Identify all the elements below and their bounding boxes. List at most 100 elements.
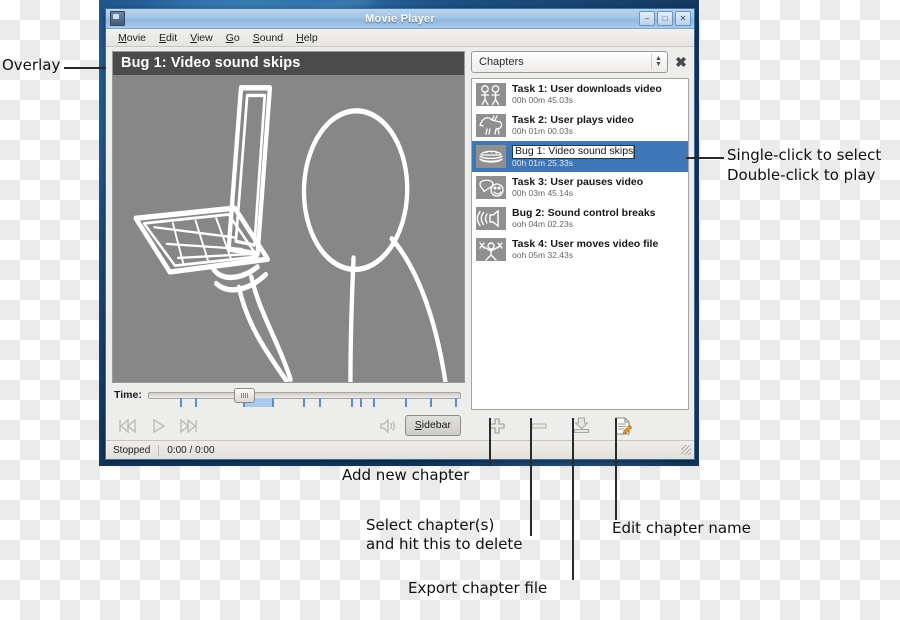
minimize-button[interactable]: – (639, 11, 655, 26)
annotation-overlay: Overlay (2, 56, 61, 74)
chapters-dropdown[interactable]: Chapters ▲ ▼ (471, 51, 668, 73)
play-button[interactable] (147, 416, 169, 436)
leader-delete (530, 418, 532, 536)
chapter-tick (195, 398, 198, 407)
download-tray-icon (573, 417, 589, 434)
video-overlay-title: Bug 1: Video sound skips (113, 52, 464, 75)
time-label: Time: (114, 389, 142, 401)
chapter-text: Task 1: User downloads video 00h 00m 45.0… (512, 84, 684, 105)
window-title: Movie Player (365, 12, 435, 25)
movie-player-window: Movie Player – □ ✕ Movie Edit View Go Sound H… (105, 8, 695, 460)
slider-thumb[interactable] (233, 388, 255, 403)
video-area[interactable]: Bug 1: Video sound skips (112, 51, 465, 383)
sidebar-toggle-button[interactable]: Sidebar (404, 415, 461, 436)
minus-icon (531, 422, 547, 429)
window-controls: – □ ✕ (639, 11, 694, 26)
chapter-tick (404, 398, 407, 407)
maximize-button[interactable]: □ (657, 11, 673, 26)
chapter-tick (373, 398, 376, 407)
chapter-text: Bug 2: Sound control breaks ooh 04m 02.23… (512, 208, 684, 229)
person-holding-laptop-sketch (113, 75, 464, 382)
chapter-tick (350, 398, 353, 407)
time-slider[interactable] (147, 388, 465, 408)
chapter-title: Task 4: User moves video file (512, 239, 659, 251)
chapters-dropdown-value: Chapters (479, 56, 524, 68)
annotation-export: Export chapter file (408, 579, 548, 597)
playback-controls: Sidebar (116, 411, 465, 440)
video-pane: Bug 1: Video sound skips Time: Sidebar (106, 47, 468, 440)
leader-edit-name (615, 418, 617, 520)
previous-chapter-button[interactable] (116, 416, 138, 436)
annotation-add-chapter: Add new chapter (342, 466, 470, 484)
delete-chapter-button[interactable] (518, 414, 560, 438)
export-chapter-button[interactable] (560, 414, 602, 438)
chapter-text: Task 3: User pauses video 00h 03m 45.14s (512, 177, 684, 198)
status-time: 0:00 / 0:00 (167, 444, 215, 456)
speaker-sound-sketch (476, 207, 506, 230)
time-slider-row: Time: (114, 388, 465, 410)
chapter-tick (319, 398, 322, 407)
chapter-title-edit-input[interactable]: Bug 1: Video sound skips (512, 145, 684, 159)
chapter-row[interactable]: Bug 1: Video sound skips 00h 01m 25.33s (472, 141, 688, 172)
title-bar[interactable]: Movie Player – □ ✕ (106, 9, 694, 29)
chapter-time: ooh 05m 32.43s (512, 249, 573, 260)
chapter-time: 00h 00m 45.03s (512, 94, 573, 105)
chevron-updown-icon[interactable]: ▲ ▼ (651, 54, 665, 70)
chapter-tick (455, 398, 458, 407)
annotation-click-hint-1: Single-click to select (727, 146, 882, 164)
annotation-delete-1: Select chapter(s) (366, 516, 495, 534)
chapter-text: Bug 1: Video sound skips 00h 01m 25.33s (512, 145, 684, 168)
chapter-toolbar (471, 411, 689, 440)
leader-export (572, 418, 574, 580)
chapter-tick (179, 398, 182, 407)
chapter-row[interactable]: Task 3: User pauses video 00h 03m 45.14s (472, 172, 688, 203)
resize-grip[interactable] (681, 445, 691, 455)
menu-edit[interactable]: Edit (153, 30, 183, 46)
status-bar: Stopped 0:00 / 0:00 (106, 440, 694, 459)
chapter-time: ooh 04m 02.23s (512, 218, 573, 229)
annotation-edit-name: Edit chapter name (612, 519, 751, 537)
close-sidebar-icon[interactable]: ✖ (673, 54, 689, 70)
stick-figure-arms-sketch (476, 238, 506, 261)
chapter-title: Task 1: User downloads video (512, 84, 662, 96)
volume-icon[interactable] (378, 417, 396, 435)
chapter-tick (360, 398, 363, 407)
horse-sketch (476, 114, 506, 137)
status-state: Stopped (113, 444, 151, 456)
annotation-click-hint-2: Double-click to play (727, 166, 876, 184)
menu-help[interactable]: Help (290, 30, 324, 46)
movie-player-icon (110, 11, 125, 26)
edit-chapter-name-button[interactable] (602, 414, 644, 438)
add-chapter-button[interactable] (476, 414, 518, 438)
leader-click-hint (686, 157, 724, 159)
speech-bubble-smiley-sketch (476, 176, 506, 199)
chapter-list[interactable]: Task 1: User downloads video 00h 00m 45.0… (471, 78, 689, 410)
window-body: Bug 1: Video sound skips Time: Sidebar C… (106, 47, 694, 440)
hamburger-sketch (476, 145, 506, 168)
chapter-row[interactable]: Bug 2: Sound control breaks ooh 04m 02.23… (472, 203, 688, 234)
chapter-time: 00h 01m 00.03s (512, 125, 573, 136)
plus-icon (489, 417, 505, 434)
close-button[interactable]: ✕ (675, 11, 691, 26)
chapter-row[interactable]: Task 4: User moves video file ooh 05m 32.… (472, 234, 688, 265)
chapters-pane: Chapters ▲ ▼ ✖ Task 1: User downloads vid… (471, 51, 689, 440)
chapter-title-edit-value[interactable]: Bug 1: Video sound skips (512, 145, 636, 159)
chapter-tick (303, 398, 306, 407)
status-separator (158, 444, 160, 456)
chapter-time: 00h 01m 25.33s (512, 157, 573, 168)
leader-overlay (64, 67, 106, 69)
chapter-row[interactable]: Task 1: User downloads video 00h 00m 45.0… (472, 79, 688, 110)
chapter-title: Task 3: User pauses video (512, 177, 644, 189)
menu-movie[interactable]: Movie (112, 30, 152, 46)
annotation-delete-2: and hit this to delete (366, 535, 523, 553)
chapter-title: Task 2: User plays video (512, 115, 634, 127)
next-chapter-button[interactable] (178, 416, 200, 436)
chapter-row[interactable]: Task 2: User plays video 00h 01m 00.03s (472, 110, 688, 141)
chapter-tick (271, 398, 274, 407)
chapter-title: Bug 2: Sound control breaks (512, 208, 656, 220)
leader-add-chapter (489, 418, 491, 466)
menu-go[interactable]: Go (220, 30, 246, 46)
chapter-text: Task 4: User moves video file ooh 05m 32.… (512, 239, 684, 260)
menu-view[interactable]: View (184, 30, 219, 46)
menu-sound[interactable]: Sound (247, 30, 289, 46)
